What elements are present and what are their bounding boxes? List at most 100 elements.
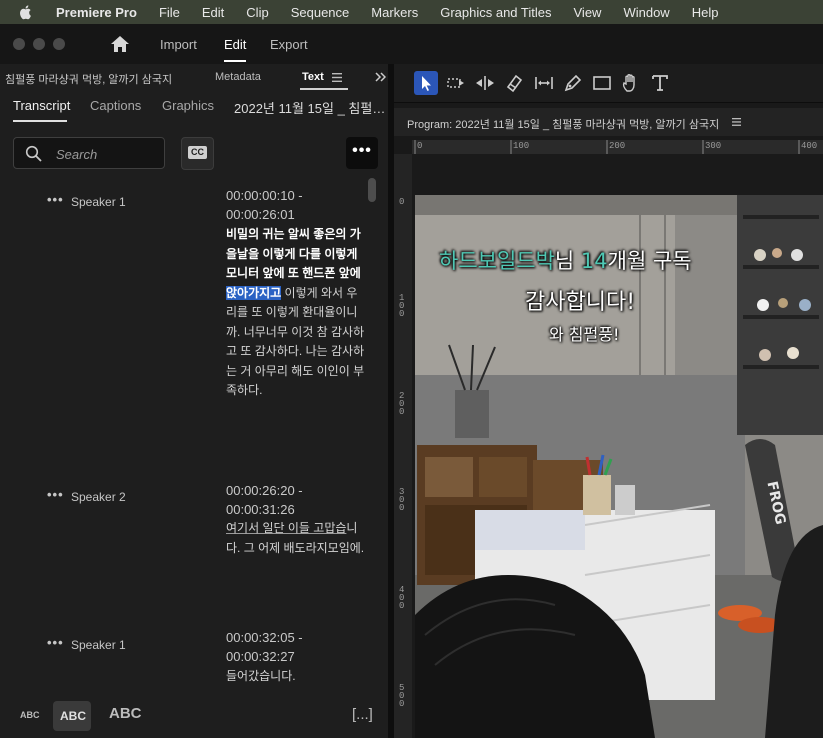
- hand-tool-icon[interactable]: [619, 71, 643, 95]
- ruler-label: 100: [513, 141, 530, 151]
- caption-line-1: 하드보일드박님 14개월 구독: [439, 245, 692, 275]
- text-size-medium-button[interactable]: ABC: [53, 701, 91, 731]
- ruler-label: 300: [705, 141, 722, 151]
- speaker-options-icon[interactable]: •••: [47, 487, 64, 502]
- spoken-text-played[interactable]: 비밀의 귀는 알씨 좋은의 가을날을 이렇게 다를 이렇게 모니터 앞에 또 핸…: [226, 227, 361, 280]
- ruler-label: 2 0 0: [399, 391, 405, 417]
- apple-icon[interactable]: [18, 4, 34, 20]
- underlined-text[interactable]: 여기서 일단 이들 고맙습: [226, 521, 346, 535]
- search-input[interactable]: [54, 144, 162, 164]
- caption-line-3: 와 침펄풍!: [549, 325, 620, 344]
- video-frame[interactable]: FROG 하드보일드박님 14개월 구독 감사합니다! 와 침펄풍!: [415, 195, 823, 738]
- menu-graphics-and-titles[interactable]: Graphics and Titles: [440, 5, 551, 20]
- tab-metadata[interactable]: Metadata: [215, 71, 261, 83]
- transcript-text[interactable]: 들어갔습니다.: [226, 667, 366, 687]
- timecode-start: 00:00:32:05 -: [226, 630, 303, 645]
- speaker-options-icon[interactable]: •••: [47, 635, 64, 650]
- minimize-window-button[interactable]: [33, 38, 45, 50]
- sequence-selector[interactable]: 2022년 11월 15일 _ 침펄…: [234, 98, 385, 117]
- text-panel-tabs: Transcript Captions Graphics 2022년 11월 1…: [0, 90, 388, 122]
- transcript-text[interactable]: 여기서 일단 이들 고맙습니다. 그 어제 배도라지모임에.: [226, 519, 366, 558]
- speaker-label[interactable]: Speaker 2: [71, 490, 126, 504]
- text-size-large-button[interactable]: ABC: [109, 705, 142, 722]
- menu-markers[interactable]: Markers: [371, 5, 418, 20]
- clip-title[interactable]: 침펄풍 마라샹궈 먹방, 알까기 삼국지: [5, 71, 172, 87]
- search-icon: [25, 145, 42, 162]
- ruler-label: 0: [417, 141, 423, 151]
- tab-export[interactable]: Export: [270, 37, 308, 52]
- ruler-label: 1 0 0: [399, 293, 405, 319]
- spoken-text-remaining[interactable]: 이렇게 와서 우리를 또 이렇게 환대율이니까. 너무너무 이것 참 감사하고 …: [226, 286, 364, 398]
- speaker-label[interactable]: Speaker 1: [71, 638, 126, 652]
- segment-timecode: 00:00:26:20 - 00:00:31:26: [226, 481, 303, 519]
- transcript-tab-underline: [13, 120, 67, 122]
- segment-timecode: 00:00:32:05 - 00:00:32:27: [226, 628, 303, 666]
- slip-tool-icon[interactable]: [532, 71, 556, 95]
- segment-timecode: 00:00:00:10 - 00:00:26:01: [226, 186, 303, 224]
- rectangle-tool-icon[interactable]: [590, 71, 614, 95]
- close-window-button[interactable]: [13, 38, 25, 50]
- ruler-label: 400: [801, 141, 818, 151]
- transcript-scrollbar[interactable]: [368, 178, 376, 202]
- ripple-edit-icon[interactable]: [473, 71, 497, 95]
- menu-help[interactable]: Help: [692, 5, 719, 20]
- ruler-label: 3 0 0: [399, 487, 405, 513]
- video-scene: [415, 195, 823, 738]
- timecode-end: 00:00:31:26: [226, 502, 295, 517]
- show-pauses-button[interactable]: [...]: [352, 706, 373, 723]
- menu-window[interactable]: Window: [623, 5, 669, 20]
- pen-tool-icon[interactable]: [561, 71, 585, 95]
- caption-months: 14: [580, 249, 608, 273]
- tab-captions[interactable]: Captions: [90, 98, 141, 113]
- home-icon[interactable]: [110, 35, 130, 53]
- caption-line-2: 감사합니다!: [525, 290, 636, 315]
- text-panel: 침펄풍 마라샹궈 먹방, 알까기 삼국지 Metadata Text Trans…: [0, 64, 388, 738]
- selection-arrow-icon: [422, 76, 431, 91]
- panel-header: 침펄풍 마라샹궈 먹방, 알까기 삼국지 Metadata Text: [0, 64, 388, 90]
- search-box[interactable]: [13, 137, 165, 169]
- menu-edit[interactable]: Edit: [202, 5, 224, 20]
- program-monitor-title[interactable]: Program: 2022년 11월 15일 _ 침펄풍 마라샹궈 먹방, 알까…: [407, 116, 719, 132]
- monitor-menu-icon[interactable]: [732, 118, 741, 126]
- program-monitor-header: Program: 2022년 11월 15일 _ 침펄풍 마라샹궈 먹방, 알까…: [394, 108, 823, 136]
- text-size-small-button[interactable]: ABC: [20, 710, 40, 720]
- title-bar: Import Edit Export: [0, 24, 823, 64]
- tab-import[interactable]: Import: [160, 37, 197, 52]
- speaker-options-icon[interactable]: •••: [47, 192, 64, 207]
- more-options-button[interactable]: •••: [346, 137, 378, 169]
- cc-icon: CC: [188, 146, 207, 159]
- tab-text[interactable]: Text: [302, 71, 324, 83]
- menu-view[interactable]: View: [574, 5, 602, 20]
- program-monitor-viewer[interactable]: FROG 하드보일드박님 14개월 구독 감사합니다! 와 침펄풍!: [412, 154, 823, 738]
- track-select-icon[interactable]: [444, 71, 468, 95]
- menu-file[interactable]: File: [159, 5, 180, 20]
- closed-captions-button[interactable]: CC: [181, 137, 214, 170]
- tab-edit[interactable]: Edit: [224, 37, 246, 52]
- zoom-window-button[interactable]: [53, 38, 65, 50]
- tab-graphics[interactable]: Graphics: [162, 98, 214, 113]
- ruler-label: 0: [399, 197, 405, 207]
- razor-icon[interactable]: [502, 71, 526, 95]
- text-size-medium-label: ABC: [60, 709, 86, 723]
- caption-text: 개월 구독: [607, 249, 692, 273]
- transcript-text[interactable]: 비밀의 귀는 알씨 좋은의 가을날을 이렇게 다를 이렇게 모니터 앞에 또 핸…: [226, 225, 366, 401]
- menu-clip[interactable]: Clip: [246, 5, 268, 20]
- vertical-ruler: 0 1 0 0 2 0 0 3 0 0 4 0 0 5 0 0: [394, 154, 412, 738]
- timecode-start: 00:00:26:20 -: [226, 483, 303, 498]
- panel-menu-icon[interactable]: [332, 73, 342, 82]
- program-monitor-area: Program: 2022년 11월 15일 _ 침펄풍 마라샹궈 먹방, 알까…: [394, 64, 823, 738]
- speaker-label[interactable]: Speaker 1: [71, 195, 126, 209]
- ruler-label: 5 0 0: [399, 683, 405, 709]
- menu-sequence[interactable]: Sequence: [291, 5, 350, 20]
- selection-tool-button[interactable]: [414, 71, 438, 95]
- tools-panel: [394, 64, 823, 103]
- highlighted-word[interactable]: 앉아가지고: [226, 285, 282, 300]
- ruler-label: 4 0 0: [399, 585, 405, 611]
- caption-highlight-name: 하드보일드박: [439, 249, 555, 273]
- tab-transcript[interactable]: Transcript: [13, 98, 70, 113]
- expand-panels-icon[interactable]: [375, 72, 386, 82]
- horizontal-ruler: 0 100 200 300 400: [412, 140, 823, 155]
- app-name-menu[interactable]: Premiere Pro: [56, 5, 137, 20]
- timecode-start: 00:00:00:10 -: [226, 188, 303, 203]
- type-tool-icon[interactable]: [648, 71, 672, 95]
